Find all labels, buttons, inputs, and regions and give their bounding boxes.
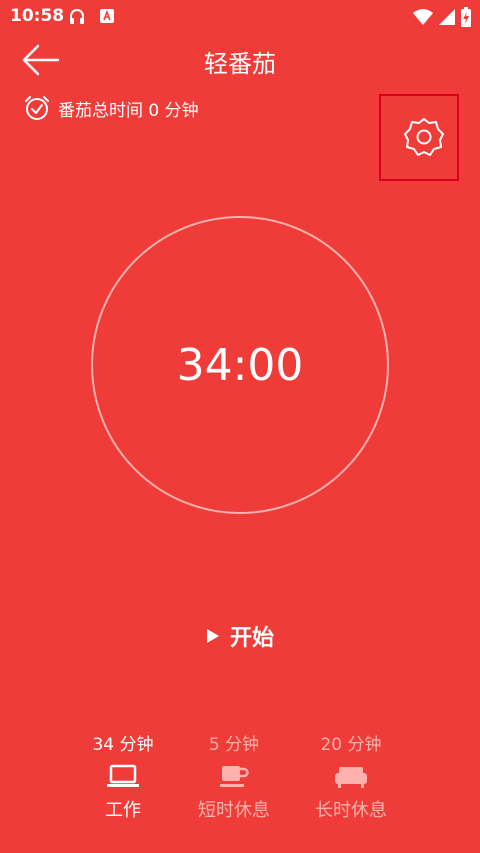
- status-bar: 10:58: [0, 0, 480, 34]
- app-bar: 轻番茄: [0, 34, 480, 88]
- timer-display: 34:00: [176, 340, 304, 391]
- signal-icon: [439, 9, 455, 25]
- start-label: 开始: [229, 626, 274, 651]
- start-button[interactable]: 开始: [0, 620, 480, 652]
- laptop-icon: [107, 764, 139, 787]
- total-time-summary: 番茄总时间 0 分钟: [24, 94, 199, 122]
- page-title: 轻番茄: [204, 50, 276, 78]
- headset-icon: [70, 9, 84, 24]
- sofa-icon: [335, 767, 367, 788]
- status-time: 10:58: [10, 6, 65, 26]
- app-notification-icon: [100, 9, 114, 23]
- tab-long-break[interactable]: 20 分钟 长时休息: [281, 730, 421, 822]
- settings-button[interactable]: [379, 94, 459, 181]
- battery-charging-icon: [461, 7, 471, 27]
- long-break-duration: 20 分钟: [320, 735, 382, 755]
- gear-icon[interactable]: [403, 116, 445, 158]
- mode-tabs: 34 分钟 工作 5 分钟 短时休息 20 分钟 长时休息: [0, 730, 480, 830]
- long-break-label: 长时休息: [315, 800, 387, 821]
- wifi-icon: [413, 9, 433, 25]
- play-icon: [206, 629, 219, 643]
- alarm-clock-icon: [25, 96, 49, 120]
- coffee-icon: [220, 766, 249, 787]
- total-time-label: 番茄总时间 0 分钟: [58, 100, 199, 121]
